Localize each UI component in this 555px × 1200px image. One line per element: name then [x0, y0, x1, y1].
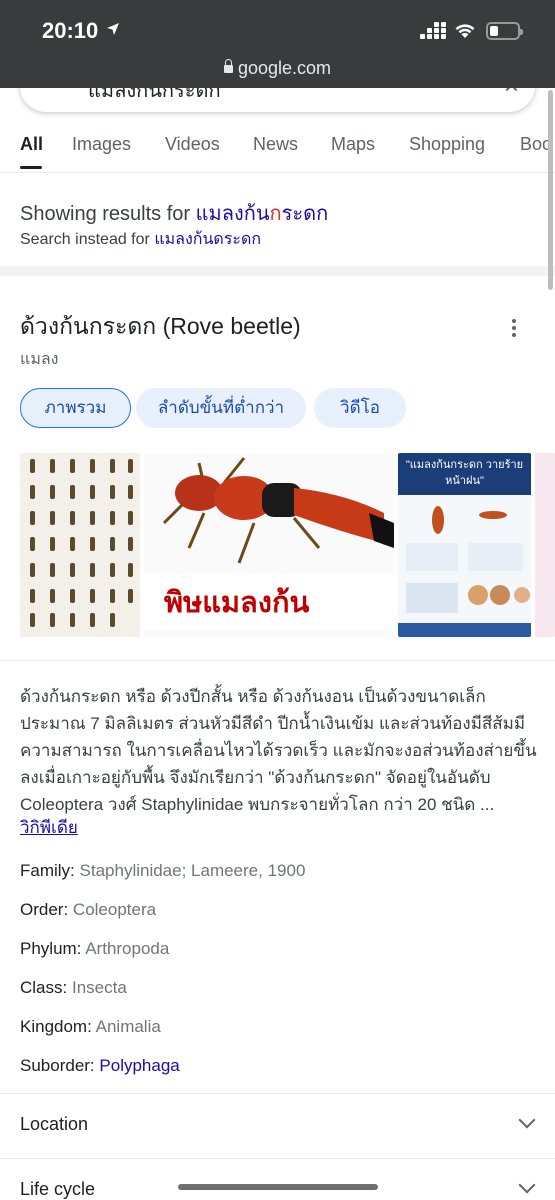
fact-order: Order: Coleoptera	[20, 899, 540, 938]
chevron-down-icon	[518, 1111, 536, 1129]
corrected-part-c: ระดก	[281, 203, 329, 225]
fact-label: Kingdom:	[20, 1017, 92, 1036]
chip-videos[interactable]: วิดีโอ	[314, 388, 406, 428]
panel-subtitle: แมลง	[20, 351, 59, 368]
divider	[0, 172, 555, 173]
image-caption-band: พิษแมลงก้นกระดก	[144, 573, 394, 637]
url-text-display: google.com	[237, 58, 332, 78]
fact-family: Family: Staphylinidae; Lameere, 1900	[20, 860, 540, 899]
image-infographic[interactable]: "แมลงก้นกระดก วายร้ายหน้าฝน"	[398, 453, 531, 637]
image-specimen-collection[interactable]	[20, 453, 140, 637]
taxonomy-facts: Family: Staphylinidae; Lameere, 1900 Ord…	[20, 860, 540, 1094]
beetle-grid-illustration	[30, 459, 133, 627]
fact-suborder: Suborder: Polyphaga	[20, 1055, 540, 1094]
infographic-header: "แมลงก้นกระดก วายร้ายหน้าฝน"	[398, 453, 531, 495]
fact-value-link[interactable]: Polyphaga	[99, 1056, 179, 1075]
showing-prefix: Showing results for	[20, 203, 191, 225]
tab-news[interactable]: News	[253, 134, 298, 155]
fact-label: Family:	[20, 861, 75, 880]
instead-prefix: Search instead for	[20, 231, 150, 248]
tab-images[interactable]: Images	[72, 134, 131, 155]
image-rove-beetle-closeup[interactable]: พิษแมลงก้นกระดก	[144, 453, 394, 637]
fact-value: Insecta	[71, 978, 127, 997]
page-scrollbar[interactable]	[548, 90, 553, 290]
accordion-label: Location	[20, 1114, 89, 1134]
image-partial[interactable]	[535, 453, 555, 637]
tab-shopping[interactable]: Shopping	[409, 134, 485, 155]
search-instead-for: Search instead for แมลงก้นดระดก	[20, 227, 261, 252]
fact-label: Phylum:	[20, 939, 82, 958]
fact-label: Suborder:	[20, 1056, 95, 1075]
search-tabs: All Images Videos News Maps Shopping Boo	[0, 128, 555, 172]
home-indicator[interactable]	[178, 1184, 378, 1190]
tab-all[interactable]: All	[20, 134, 43, 155]
fact-value: Animalia	[95, 1017, 161, 1036]
panel-title: ด้วงก้นกระดก (Rove beetle)	[20, 313, 301, 339]
active-tab-indicator	[20, 166, 42, 169]
showing-results-for: Showing results for แมลงก้นกระดก	[20, 197, 328, 229]
chevron-down-icon	[518, 1176, 536, 1194]
corrected-query-link[interactable]: แมลงก้นกระดก	[196, 203, 329, 225]
corrected-part-b: ก	[269, 203, 282, 225]
location-arrow-icon	[107, 23, 119, 35]
fact-phylum: Phylum: Arthropoda	[20, 938, 540, 977]
divider	[0, 660, 555, 661]
address-bar-display[interactable]: google.com	[0, 58, 555, 79]
fact-kingdom: Kingdom: Animalia	[20, 1016, 540, 1055]
status-time-display: 20:10	[42, 18, 99, 43]
fact-value: Arthropoda	[85, 939, 170, 958]
more-options-icon[interactable]	[512, 319, 518, 339]
wifi-icon	[455, 24, 475, 38]
chip-lower-taxa[interactable]: ลำดับขั้นที่ต่ำกว่า	[136, 388, 306, 428]
accordion-location[interactable]: Location	[0, 1094, 555, 1158]
fact-label: Class:	[20, 978, 68, 997]
accordion-label: Life cycle	[20, 1179, 96, 1199]
section-separator	[0, 266, 555, 276]
accordion-life-cycle[interactable]: Life cycle	[0, 1159, 555, 1200]
cellular-signal-icon	[420, 22, 446, 39]
panel-description: ด้วงก้นกระดก หรือ ด้วงปีกสั้น หรือ ด้วงก…	[20, 687, 537, 814]
lock-icon	[223, 59, 233, 73]
infographic-body-illustration	[398, 506, 531, 637]
original-query-link[interactable]: แมลงก้นดระดก	[154, 231, 261, 248]
image-caption-text: พิษแมลงก้นกระดก	[164, 587, 310, 637]
tab-videos[interactable]: Videos	[165, 134, 220, 155]
fact-value: Staphylinidae; Lameere, 1900	[79, 861, 306, 880]
fact-label: Order:	[20, 900, 69, 919]
fact-value: Coleoptera	[72, 900, 157, 919]
battery-icon	[486, 22, 523, 40]
corrected-part-a: แมลงก้น	[195, 203, 270, 225]
chip-overview[interactable]: ภาพรวม	[20, 388, 131, 428]
wikipedia-source-link[interactable]: วิกิพีเดีย	[20, 814, 78, 841]
status-bar-content: 20:10 google.com	[0, 0, 555, 88]
fact-class: Class: Insecta	[20, 977, 540, 1016]
tab-maps[interactable]: Maps	[331, 134, 375, 155]
